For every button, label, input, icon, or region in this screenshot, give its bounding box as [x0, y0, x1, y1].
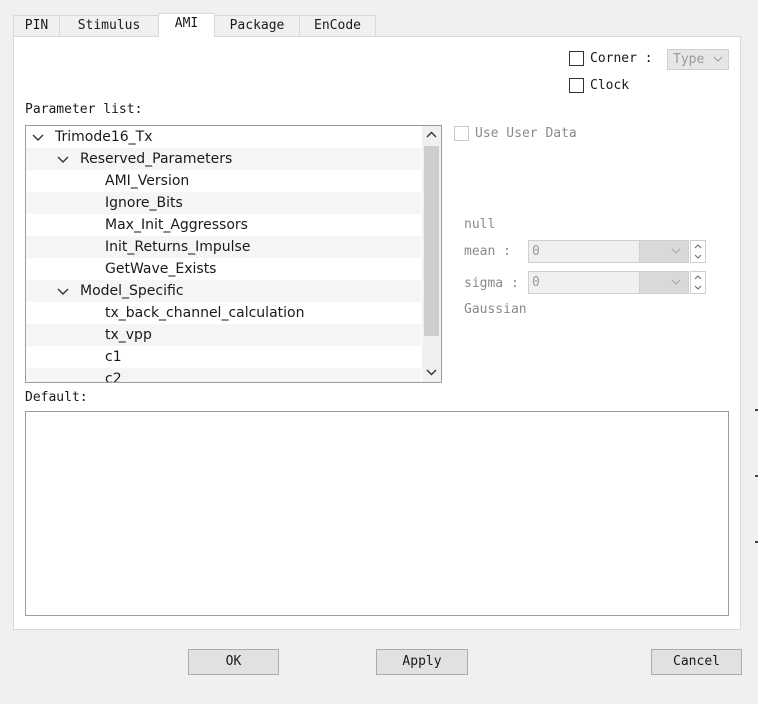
tree-item-label: Ignore_Bits	[105, 195, 183, 211]
corner-type-value: Type	[673, 52, 705, 67]
tree-item-getwave-exists[interactable]: GetWave_Exists	[26, 258, 421, 280]
spinner-arrows-icon	[694, 244, 702, 259]
ami-panel: Corner : Type Clock Parameter list: Trim…	[13, 36, 741, 630]
chevron-down-icon[interactable]	[31, 126, 45, 148]
tree-item-label: c1	[105, 349, 122, 365]
null-label: null	[464, 217, 496, 232]
use-user-data-checkbox[interactable]	[454, 126, 469, 141]
tree-item-label: c2	[105, 371, 122, 383]
tab-pin[interactable]: PIN	[13, 15, 60, 37]
parameter-tree[interactable]: Trimode16_Tx Reserved_Parameters AMI_Ver…	[25, 125, 442, 383]
default-label: Default:	[25, 390, 88, 405]
tree-item-label: Model_Specific	[80, 283, 184, 299]
tab-stimulus[interactable]: Stimulus	[59, 15, 159, 37]
mean-spinner[interactable]	[690, 240, 706, 263]
sigma-dropdown[interactable]	[639, 271, 689, 294]
tree-item-label: tx_vpp	[105, 327, 152, 343]
tab-ami[interactable]: AMI	[158, 13, 215, 37]
tree-item-c2[interactable]: c2	[26, 368, 421, 383]
sigma-label: sigma :	[464, 276, 519, 291]
tree-item-label: GetWave_Exists	[105, 261, 217, 277]
tree-item-max-init-aggressors[interactable]: Max_Init_Aggressors	[26, 214, 421, 236]
chevron-down-icon[interactable]	[422, 363, 441, 381]
spinner-arrows-icon	[694, 275, 702, 290]
chevron-down-icon	[713, 50, 723, 75]
use-user-data-label: Use User Data	[475, 126, 577, 141]
mean-input[interactable]: 0	[528, 240, 640, 263]
distribution-type-label: Gaussian	[464, 302, 527, 317]
tree-item-root[interactable]: Trimode16_Tx	[26, 126, 421, 148]
corner-label: Corner :	[590, 51, 653, 66]
parameter-list-label: Parameter list:	[25, 102, 143, 117]
scrollbar-thumb[interactable]	[424, 146, 439, 336]
tree-item-model-specific[interactable]: Model_Specific	[26, 280, 421, 302]
apply-button[interactable]: Apply	[376, 649, 468, 675]
chevron-down-icon	[671, 248, 681, 254]
corner-checkbox[interactable]	[569, 51, 584, 66]
sigma-spinner[interactable]	[690, 271, 706, 294]
tree-item-c1[interactable]: c1	[26, 346, 421, 368]
clock-checkbox[interactable]	[569, 78, 584, 93]
tree-item-init-returns-impulse[interactable]: Init_Returns_Impulse	[26, 236, 421, 258]
tree-item-label: Reserved_Parameters	[80, 151, 233, 167]
cancel-button[interactable]: Cancel	[651, 649, 742, 675]
default-textarea[interactable]	[25, 411, 729, 616]
tree-item-reserved-parameters[interactable]: Reserved_Parameters	[26, 148, 421, 170]
tree-item-label: tx_back_channel_calculation	[105, 305, 305, 321]
tree-item-tx-vpp[interactable]: tx_vpp	[26, 324, 421, 346]
tree-item-ami-version[interactable]: AMI_Version	[26, 170, 421, 192]
tree-scrollbar[interactable]	[422, 126, 441, 382]
mean-label: mean :	[464, 244, 511, 259]
clock-label: Clock	[590, 78, 630, 93]
tree-item-label: Trimode16_Tx	[55, 129, 153, 145]
chevron-down-icon[interactable]	[56, 280, 70, 302]
corner-type-select[interactable]: Type	[667, 49, 729, 70]
mean-dropdown[interactable]	[639, 240, 689, 263]
ok-button[interactable]: OK	[188, 649, 279, 675]
tree-item-ignore-bits[interactable]: Ignore_Bits	[26, 192, 421, 214]
tree-item-label: Init_Returns_Impulse	[105, 239, 251, 255]
tree-item-label: AMI_Version	[105, 173, 190, 189]
sigma-input[interactable]: 0	[528, 271, 640, 294]
tab-package[interactable]: Package	[214, 15, 300, 37]
chevron-up-icon[interactable]	[422, 126, 441, 144]
tree-item-tx-back-channel-calculation[interactable]: tx_back_channel_calculation	[26, 302, 421, 324]
tree-item-label: Max_Init_Aggressors	[105, 217, 248, 233]
chevron-down-icon	[671, 279, 681, 285]
chevron-down-icon[interactable]	[56, 148, 70, 170]
tab-encode[interactable]: EnCode	[299, 15, 376, 37]
